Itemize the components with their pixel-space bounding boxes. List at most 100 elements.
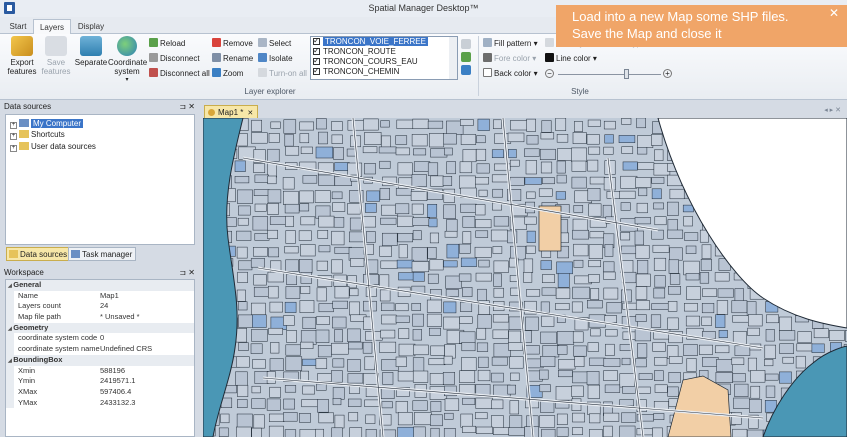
building-block xyxy=(590,328,601,337)
layer-item[interactable]: TRONCON_COURS_EAU xyxy=(311,56,457,67)
building-block xyxy=(571,160,587,172)
tree-item-shortcuts[interactable]: + Shortcuts xyxy=(10,129,65,140)
close-icon[interactable]: ✕ xyxy=(188,268,195,277)
building-block xyxy=(366,190,380,202)
property-row[interactable]: XMax 597406.4 xyxy=(6,386,194,398)
remove-button[interactable]: Remove xyxy=(212,38,253,50)
building-block xyxy=(477,369,491,382)
isolate-button[interactable]: Isolate xyxy=(258,53,293,65)
layer-order-buttons xyxy=(461,39,473,78)
close-icon[interactable]: ✕ xyxy=(188,102,195,111)
building-block xyxy=(571,147,587,163)
map-view[interactable] xyxy=(203,118,847,437)
tab-start[interactable]: Start xyxy=(4,19,32,34)
building-block xyxy=(299,413,311,423)
select-button[interactable]: Select xyxy=(258,38,291,50)
tree-item-my-computer[interactable]: + My Computer xyxy=(10,118,84,129)
coordinate-system-button[interactable]: Coordinate system ▾ xyxy=(108,36,147,85)
tab-data-sources[interactable]: Data sources xyxy=(6,247,72,261)
property-row[interactable]: YMax 2433132.3 xyxy=(6,397,194,409)
building-block xyxy=(637,147,648,155)
building-block xyxy=(395,188,412,196)
property-category[interactable]: BoundingBox xyxy=(6,354,194,366)
layer-list[interactable]: TRONCON_VOIE_FERREE TRONCON_ROUTE TRONCO… xyxy=(310,36,458,80)
building-block xyxy=(701,316,712,326)
increase-icon[interactable]: + xyxy=(663,69,672,78)
tab-layers[interactable]: Layers xyxy=(33,19,71,34)
transparency-slider[interactable]: − + xyxy=(545,68,673,80)
layer-item[interactable]: TRONCON_VOIE_FERREE xyxy=(311,37,457,47)
building-block xyxy=(556,261,573,275)
building-block xyxy=(237,189,253,204)
layer-checkbox[interactable] xyxy=(313,66,320,76)
back-color-button[interactable]: Back color ▾ xyxy=(483,68,538,80)
tab-task-manager[interactable]: Task manager xyxy=(68,247,137,261)
layer-checkbox[interactable] xyxy=(313,46,320,56)
turn-on-all-button[interactable]: Turn-on all xyxy=(258,68,307,80)
expand-icon[interactable]: + xyxy=(10,145,17,152)
expand-icon[interactable]: + xyxy=(10,122,17,129)
property-row[interactable]: Xmin 588196 xyxy=(6,365,194,377)
building-block xyxy=(478,189,488,197)
zoom-button[interactable]: Zoom xyxy=(212,68,243,80)
tab-map1[interactable]: Map1 * ✕ xyxy=(204,105,259,118)
building-block xyxy=(269,386,281,398)
document-nav-icons[interactable]: ◂ ▸ ✕ xyxy=(824,106,841,114)
property-row[interactable]: Map file path * Unsaved * xyxy=(6,312,194,323)
building-block xyxy=(574,121,583,132)
slider-thumb[interactable] xyxy=(624,69,629,79)
disconnect-button[interactable]: Disconnect xyxy=(149,53,200,65)
export-features-button[interactable]: Export features xyxy=(4,36,40,76)
property-category[interactable]: General xyxy=(6,280,194,291)
building-block xyxy=(286,273,297,285)
layer-properties-icon[interactable] xyxy=(461,65,471,75)
save-features-button[interactable]: Save features xyxy=(40,36,72,76)
building-block xyxy=(573,345,587,357)
building-block xyxy=(412,357,425,372)
building-block xyxy=(365,414,376,424)
pin-icon[interactable]: ⊐ xyxy=(179,102,186,111)
property-row[interactable]: coordinate system name Undefined CRS xyxy=(6,344,194,355)
close-icon[interactable]: ✕ xyxy=(247,110,253,117)
fore-color-button[interactable]: Fore color ▾ xyxy=(483,53,536,65)
reload-button[interactable]: Reload xyxy=(149,38,185,50)
building-block xyxy=(587,159,599,172)
building-block xyxy=(557,345,568,355)
building-block xyxy=(299,203,310,212)
property-row[interactable]: Layers count 24 xyxy=(6,301,194,312)
building-block xyxy=(619,344,632,351)
layer-list-scrollbar[interactable] xyxy=(449,37,457,79)
window-close-button[interactable]: ✕ xyxy=(823,5,845,21)
property-row[interactable]: Ymin 2419571.1 xyxy=(6,376,194,387)
move-down-icon[interactable] xyxy=(461,52,471,62)
layer-item[interactable]: TRONCON_ROUTE xyxy=(311,46,457,57)
property-row[interactable]: Name Map1 xyxy=(6,290,194,302)
property-row[interactable]: coordinate system code 0 xyxy=(6,333,194,344)
building-block xyxy=(766,314,779,324)
disconnect-all-button[interactable]: Disconnect all xyxy=(149,68,210,80)
tab-display[interactable]: Display xyxy=(72,19,110,34)
tree-item-user-data-sources[interactable]: + User data sources xyxy=(10,141,96,152)
property-category[interactable]: Geometry xyxy=(6,322,194,334)
building-block xyxy=(461,357,477,371)
building-block xyxy=(254,174,269,183)
building-block xyxy=(586,134,600,145)
pin-icon[interactable]: ⊐ xyxy=(179,268,186,277)
line-color-button[interactable]: Line color ▾ xyxy=(545,53,597,65)
move-up-icon[interactable] xyxy=(461,39,471,49)
decrease-icon[interactable]: − xyxy=(545,69,554,78)
map-canvas[interactable] xyxy=(203,118,847,437)
expand-icon[interactable]: + xyxy=(10,133,17,140)
building-block xyxy=(779,330,796,341)
fill-pattern-button[interactable]: Fill pattern ▾ xyxy=(483,38,538,50)
separate-button[interactable]: Separate xyxy=(74,36,108,67)
building-block xyxy=(426,299,442,313)
layer-checkbox[interactable] xyxy=(313,56,320,66)
layer-item[interactable]: TRONCON_CHEMIN xyxy=(311,66,457,77)
building-block xyxy=(266,398,281,411)
layer-checkbox[interactable] xyxy=(313,37,320,46)
rename-button[interactable]: Rename xyxy=(212,53,253,65)
building-block xyxy=(795,355,806,369)
building-block xyxy=(252,359,266,369)
building-block xyxy=(460,203,477,213)
